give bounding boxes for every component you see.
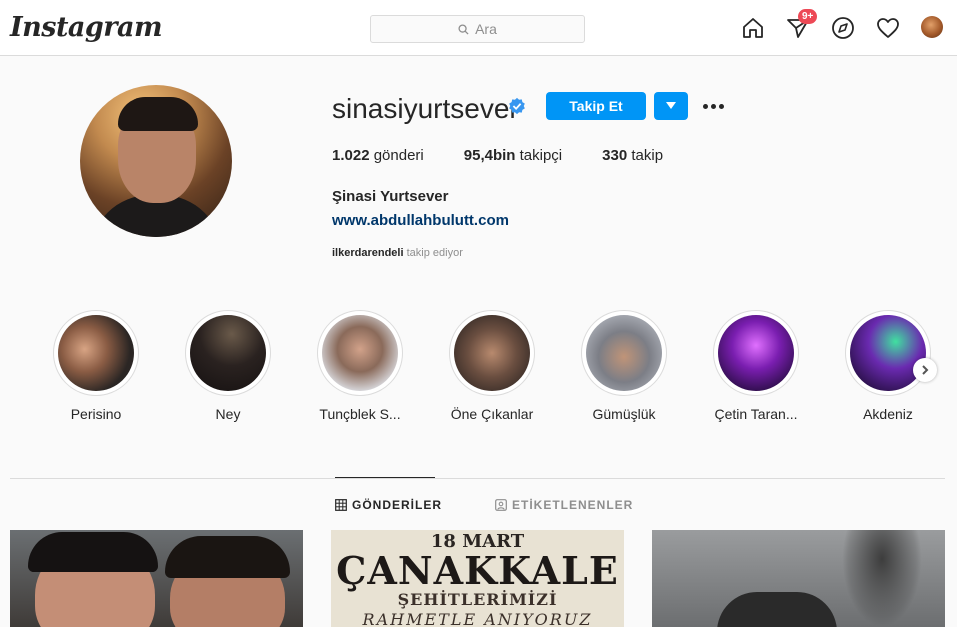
search-placeholder: Ara	[475, 21, 497, 37]
post-thumbnail[interactable]	[652, 530, 945, 627]
grid-icon	[335, 499, 347, 511]
highlight-item[interactable]: Öne Çıkanlar	[441, 310, 543, 422]
tab-posts[interactable]: GÖNDERİLER	[335, 498, 442, 512]
dot-icon	[702, 103, 708, 109]
tab-tagged[interactable]: ETİKETLENENLER	[495, 498, 633, 512]
story-highlights: Perisino Ney Tunçblek S... Öne Çıkanlar …	[45, 310, 945, 430]
profile-picture[interactable]	[80, 85, 232, 237]
profile-stats: 1.022 gönderi 95,4bin takipçi 330 takip	[332, 147, 703, 164]
dot-icon	[718, 103, 724, 109]
direct-messages-icon[interactable]: 9+	[786, 9, 818, 40]
active-tab-indicator	[335, 477, 435, 478]
section-divider	[10, 478, 945, 479]
tagged-person-icon	[495, 499, 507, 511]
followed-by-text[interactable]: ilkerdarendeli takip ediyor	[332, 247, 463, 259]
suggested-dropdown-button[interactable]	[654, 92, 688, 120]
explore-compass-icon[interactable]	[831, 16, 855, 40]
highlight-item[interactable]: Perisino	[45, 310, 147, 422]
post-caption-line: ŞEHİTLERİMİZİ	[397, 590, 558, 609]
post-thumbnail[interactable]: 18 MART ÇANAKKALE ŞEHİTLERİMİZİ RAHMETLE…	[331, 530, 624, 627]
highlight-item[interactable]: Gümüşlük	[573, 310, 675, 422]
search-input[interactable]: Ara	[370, 15, 585, 43]
post-thumbnail[interactable]	[10, 530, 303, 627]
verified-badge-icon	[509, 97, 525, 115]
followers-count[interactable]: 95,4bin takipçi	[464, 147, 562, 164]
avatar	[921, 16, 943, 38]
profile-full-name: Şinasi Yurtsever	[332, 188, 449, 205]
chevron-right-icon	[922, 365, 929, 375]
highlight-item[interactable]: Tunçblek S...	[309, 310, 411, 422]
home-icon[interactable]	[741, 16, 765, 40]
nav-icons: 9+	[741, 9, 945, 40]
profile-avatar-icon[interactable]	[921, 16, 945, 40]
search-icon	[458, 23, 469, 35]
highlights-next-button[interactable]	[913, 358, 937, 382]
profile-website-link[interactable]: www.abdullahbulutt.com	[332, 212, 509, 229]
heart-activity-icon[interactable]	[876, 16, 900, 40]
dot-icon	[710, 103, 716, 109]
highlight-item[interactable]: Çetin Taran...	[705, 310, 807, 422]
highlight-item[interactable]: Ney	[177, 310, 279, 422]
post-caption-line: RAHMETLE ANIYORUZ	[362, 610, 593, 627]
instagram-logo[interactable]: Instagram	[10, 12, 163, 43]
follow-button[interactable]: Takip Et	[546, 92, 646, 120]
posts-count: 1.022 gönderi	[332, 147, 424, 164]
profile-username: sinasiyurtsever	[332, 93, 519, 124]
notification-badge: 9+	[798, 9, 818, 24]
following-count[interactable]: 330 takip	[602, 147, 663, 164]
top-navigation-bar: Instagram Ara 9+	[0, 0, 957, 56]
triangle-down-icon	[666, 102, 676, 109]
post-caption-line: ÇANAKKALE	[336, 548, 619, 593]
more-options-button[interactable]	[700, 96, 726, 116]
